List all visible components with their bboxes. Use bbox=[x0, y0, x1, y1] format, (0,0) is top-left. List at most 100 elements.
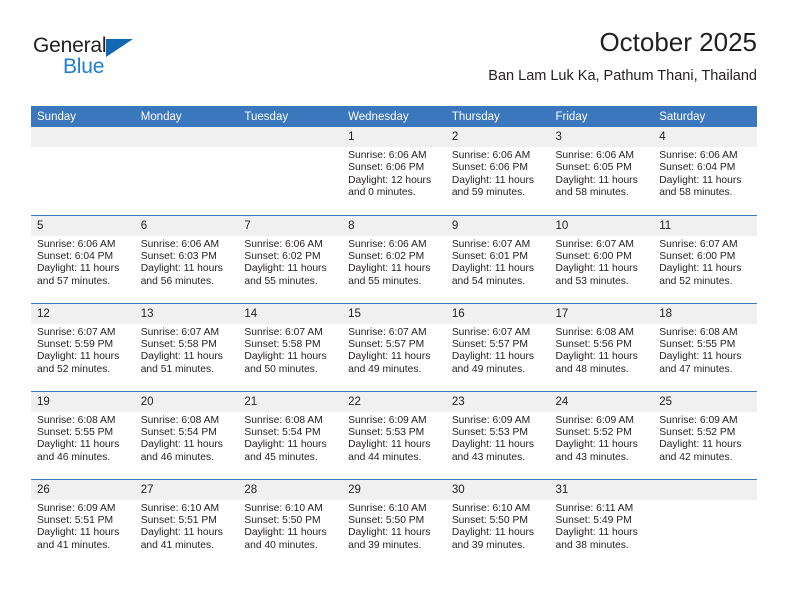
weekday-header-row: Sunday Monday Tuesday Wednesday Thursday Frid… bbox=[31, 106, 757, 127]
daylight-text-3: and 39 minutes. bbox=[348, 539, 422, 551]
sunset-text: Sunset: 5:54 PM bbox=[244, 426, 321, 438]
calendar-cell-day-16[interactable]: 16 Sunrise: 6:07 AM Sunset: 5:57 PM Dayligh… bbox=[445, 302, 550, 391]
daylight-text-2: Daylight: 11 hours bbox=[348, 527, 431, 539]
calendar-cell-day-11[interactable]: 11 Sunrise: 6:07 AM Sunset: 6:00 PM Dayligh… bbox=[653, 214, 757, 303]
calendar-cell-day-7[interactable]: 7 Sunrise: 6:06 AM Sunset: 6:02 PM Daylight… bbox=[238, 214, 343, 303]
day-details: Sunrise: 6:06 AM Sunset: 6:02 PM Daylight:… bbox=[342, 236, 446, 289]
sunset-text: Sunset: 5:50 PM bbox=[451, 514, 528, 526]
sunset-text: Sunset: 5:50 PM bbox=[244, 514, 321, 526]
calendar-cell-day-24[interactable]: 24 Sunrise: 6:09 AM Sunset: 5:52 PM Dayligh… bbox=[549, 390, 654, 479]
blue-triangle-icon bbox=[106, 39, 133, 57]
calendar-cell-day-31[interactable]: 31 Sunrise: 6:11 AM Sunset: 5:49 PM Dayligh… bbox=[549, 478, 654, 567]
daylight-text-2: Daylight: 11 hours bbox=[659, 263, 742, 275]
day-number: 9 bbox=[445, 215, 550, 236]
day-details: Sunrise: 6:06 AM Sunset: 6:02 PM Daylight:… bbox=[238, 236, 342, 289]
day-details: Sunrise: 6:08 AM Sunset: 5:56 PM Daylight:… bbox=[550, 324, 654, 377]
daylight-text-2: Daylight: 11 hours bbox=[451, 439, 535, 451]
day-number: 23 bbox=[445, 391, 550, 412]
sunrise-text: Sunrise: 6:09 AM bbox=[659, 414, 738, 426]
sunset-text: Sunset: 5:56 PM bbox=[555, 338, 632, 350]
generalblue-logo[interactable]: General Blue bbox=[33, 34, 183, 86]
calendar-cell-day-13[interactable]: 13 Sunrise: 6:07 AM Sunset: 5:58 PM Dayligh… bbox=[134, 302, 239, 391]
sunset-text: Sunset: 5:52 PM bbox=[659, 426, 736, 438]
sunrise-text: Sunrise: 6:09 AM bbox=[451, 414, 531, 426]
calendar-cell-day-12[interactable]: 12 Sunrise: 6:07 AM Sunset: 5:59 PM Dayligh… bbox=[31, 302, 135, 391]
daylight-text-3: and 58 minutes. bbox=[555, 187, 629, 199]
sunrise-text: Sunrise: 6:10 AM bbox=[140, 502, 220, 514]
daylight-text-2: Daylight: 11 hours bbox=[555, 263, 638, 275]
calendar-cell-day-19[interactable]: 19 Sunrise: 6:08 AM Sunset: 5:55 PM Dayligh… bbox=[31, 390, 135, 479]
calendar-cell-day-28[interactable]: 28 Sunrise: 6:10 AM Sunset: 5:50 PM Dayligh… bbox=[238, 478, 343, 567]
day-number: 21 bbox=[238, 391, 343, 412]
sunset-text: Sunset: 6:02 PM bbox=[244, 250, 321, 262]
daylight-text-3: and 41 minutes. bbox=[37, 539, 111, 551]
day-number: 27 bbox=[134, 479, 239, 500]
calendar-week-row: 5 Sunrise: 6:06 AM Sunset: 6:04 PM Daylight… bbox=[31, 214, 757, 303]
calendar-cell-day-22[interactable]: 22 Sunrise: 6:09 AM Sunset: 5:53 PM Dayligh… bbox=[342, 390, 446, 479]
day-number: 3 bbox=[549, 127, 654, 147]
sunset-text: Sunset: 5:50 PM bbox=[348, 514, 425, 526]
day-details: Sunrise: 6:10 AM Sunset: 5:50 PM Daylight:… bbox=[238, 500, 342, 553]
calendar-cell-day-3[interactable]: 3 Sunrise: 6:06 AM Sunset: 6:05 PM Daylight… bbox=[549, 127, 654, 215]
sunset-text: Sunset: 6:04 PM bbox=[37, 250, 114, 262]
calendar-cell-day-10[interactable]: 10 Sunrise: 6:07 AM Sunset: 6:00 PM Dayligh… bbox=[549, 214, 654, 303]
day-number: 10 bbox=[549, 215, 654, 236]
calendar-cell-day-25[interactable]: 25 Sunrise: 6:09 AM Sunset: 5:52 PM Dayligh… bbox=[653, 390, 757, 479]
day-number: 15 bbox=[342, 303, 446, 324]
sunset-text: Sunset: 5:58 PM bbox=[244, 338, 321, 350]
sunrise-text: Sunrise: 6:06 AM bbox=[37, 238, 116, 250]
calendar-cell-day-5[interactable]: 5 Sunrise: 6:06 AM Sunset: 6:04 PM Daylight… bbox=[31, 214, 135, 303]
day-number: 22 bbox=[342, 391, 446, 412]
daylight-text-3: and 44 minutes. bbox=[348, 451, 422, 463]
calendar-cell-day-8[interactable]: 8 Sunrise: 6:06 AM Sunset: 6:02 PM Daylight… bbox=[342, 214, 446, 303]
daylight-text-3: and 57 minutes. bbox=[37, 275, 111, 287]
sunrise-text: Sunrise: 6:08 AM bbox=[140, 414, 220, 426]
sunrise-text: Sunrise: 6:07 AM bbox=[140, 326, 220, 338]
daylight-text-3: and 52 minutes. bbox=[37, 363, 111, 375]
weekday-header-wednesday: Wednesday bbox=[342, 106, 446, 127]
day-number: 11 bbox=[653, 215, 757, 236]
calendar-cell-day-17[interactable]: 17 Sunrise: 6:08 AM Sunset: 5:56 PM Dayligh… bbox=[549, 302, 654, 391]
day-number: 12 bbox=[31, 303, 135, 324]
sunrise-text: Sunrise: 6:08 AM bbox=[37, 414, 116, 426]
calendar-cell-day-30[interactable]: 30 Sunrise: 6:10 AM Sunset: 5:50 PM Dayligh… bbox=[445, 478, 550, 567]
calendar-week-row: 26 Sunrise: 6:09 AM Sunset: 5:51 PM Dayligh… bbox=[31, 478, 757, 567]
calendar-cell-day-26[interactable]: 26 Sunrise: 6:09 AM Sunset: 5:51 PM Dayligh… bbox=[31, 478, 135, 567]
sunset-text: Sunset: 6:03 PM bbox=[140, 250, 217, 262]
calendar-cell-day-23[interactable]: 23 Sunrise: 6:09 AM Sunset: 5:53 PM Dayligh… bbox=[445, 390, 550, 479]
calendar-week-row: 1 Sunrise: 6:06 AM Sunset: 6:06 PM Daylight… bbox=[31, 127, 757, 215]
page-title: October 2025 bbox=[599, 27, 757, 57]
calendar-cell-day-27[interactable]: 27 Sunrise: 6:10 AM Sunset: 5:51 PM Dayligh… bbox=[134, 478, 239, 567]
calendar-cell-day-21[interactable]: 21 Sunrise: 6:08 AM Sunset: 5:54 PM Dayligh… bbox=[238, 390, 343, 479]
sunset-text: Sunset: 5:55 PM bbox=[37, 426, 114, 438]
daylight-text-3: and 51 minutes. bbox=[140, 363, 214, 375]
calendar-cell-day-1[interactable]: 1 Sunrise: 6:06 AM Sunset: 6:06 PM Daylight… bbox=[342, 127, 446, 215]
day-details: Sunrise: 6:06 AM Sunset: 6:04 PM Daylight:… bbox=[31, 236, 135, 289]
calendar-cell-empty bbox=[238, 127, 343, 215]
calendar-cell-day-20[interactable]: 20 Sunrise: 6:08 AM Sunset: 5:54 PM Dayligh… bbox=[134, 390, 239, 479]
daylight-text-2: Daylight: 11 hours bbox=[37, 439, 120, 451]
daylight-text-3: and 0 minutes. bbox=[348, 187, 416, 199]
sunrise-text: Sunrise: 6:07 AM bbox=[555, 238, 634, 250]
day-number: 25 bbox=[653, 391, 757, 412]
daylight-text-2: Daylight: 11 hours bbox=[451, 527, 535, 539]
calendar-week-row: 19 Sunrise: 6:08 AM Sunset: 5:55 PM Dayligh… bbox=[31, 390, 757, 479]
calendar-cell-day-15[interactable]: 15 Sunrise: 6:07 AM Sunset: 5:57 PM Dayligh… bbox=[342, 302, 446, 391]
daylight-text-2: Daylight: 11 hours bbox=[555, 174, 638, 186]
calendar-cell-day-9[interactable]: 9 Sunrise: 6:07 AM Sunset: 6:01 PM Daylight… bbox=[445, 214, 550, 303]
day-number: 19 bbox=[31, 391, 135, 412]
day-number bbox=[134, 127, 239, 147]
calendar-cell-day-14[interactable]: 14 Sunrise: 6:07 AM Sunset: 5:58 PM Dayligh… bbox=[238, 302, 343, 391]
sunset-text: Sunset: 6:06 PM bbox=[451, 162, 528, 174]
calendar-cell-day-18[interactable]: 18 Sunrise: 6:08 AM Sunset: 5:55 PM Dayligh… bbox=[653, 302, 757, 391]
day-number: 24 bbox=[549, 391, 654, 412]
sunset-text: Sunset: 5:53 PM bbox=[451, 426, 528, 438]
calendar-cell-day-2[interactable]: 2 Sunrise: 6:06 AM Sunset: 6:06 PM Daylight… bbox=[445, 127, 550, 215]
calendar-cell-day-4[interactable]: 4 Sunrise: 6:06 AM Sunset: 6:04 PM Daylight… bbox=[653, 127, 757, 215]
day-details: Sunrise: 6:10 AM Sunset: 5:50 PM Daylight:… bbox=[342, 500, 446, 553]
page-header: General Blue October 2025 Ban Lam Luk Ka… bbox=[31, 26, 757, 98]
day-number: 18 bbox=[653, 303, 757, 324]
sunrise-text: Sunrise: 6:06 AM bbox=[555, 150, 634, 161]
calendar-cell-day-29[interactable]: 29 Sunrise: 6:10 AM Sunset: 5:50 PM Dayligh… bbox=[342, 478, 446, 567]
calendar-cell-day-6[interactable]: 6 Sunrise: 6:06 AM Sunset: 6:03 PM Daylight… bbox=[134, 214, 239, 303]
